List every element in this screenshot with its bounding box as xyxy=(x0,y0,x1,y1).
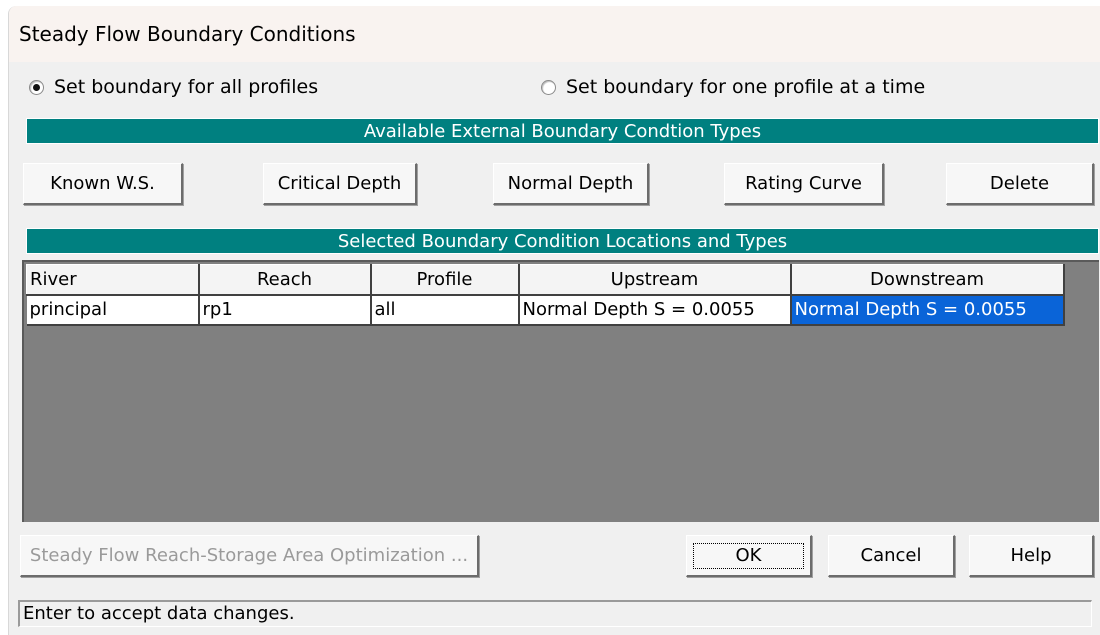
types-header: Available External Boundary Condtion Typ… xyxy=(26,118,1099,144)
critical-depth-button[interactable]: Critical Depth xyxy=(263,163,417,205)
ok-button[interactable]: OK xyxy=(686,535,812,577)
col-header-reach[interactable]: Reach xyxy=(198,264,372,296)
radio-one-profile-indicator[interactable] xyxy=(541,79,556,95)
normal-depth-button[interactable]: Normal Depth xyxy=(493,163,649,205)
help-button[interactable]: Help xyxy=(969,535,1094,577)
radio-all-profiles-label[interactable]: Set boundary for all profiles xyxy=(54,76,318,98)
table-row[interactable]: principal rp1 all Normal Depth S = 0.005… xyxy=(26,294,1065,326)
radio-all-profiles[interactable]: Set boundary for all profiles xyxy=(29,74,318,100)
title-bar: Steady Flow Boundary Conditions xyxy=(9,6,1100,62)
cell-profile[interactable]: all xyxy=(370,294,520,326)
optimization-button: Steady Flow Reach-Storage Area Optimizat… xyxy=(20,535,479,577)
status-bar: Enter to accept data changes. xyxy=(18,600,1092,627)
known-ws-button[interactable]: Known W.S. xyxy=(23,163,183,205)
cell-downstream[interactable]: Normal Depth S = 0.0055 xyxy=(790,294,1065,326)
radio-one-profile[interactable]: Set boundary for one profile at a time xyxy=(541,74,925,100)
radio-all-profiles-indicator[interactable] xyxy=(29,79,44,95)
ok-button-label[interactable]: OK xyxy=(692,543,805,569)
boundary-grid[interactable]: River Reach Profile Upstream Downstream … xyxy=(26,264,1065,326)
cell-upstream[interactable]: Normal Depth S = 0.0055 xyxy=(518,294,792,326)
col-header-profile[interactable]: Profile xyxy=(370,264,520,296)
locations-header: Selected Boundary Condition Locations an… xyxy=(26,228,1099,254)
cell-reach[interactable]: rp1 xyxy=(198,294,372,326)
steady-flow-boundary-dialog: Steady Flow Boundary Conditions Set boun… xyxy=(8,6,1100,635)
col-header-river[interactable]: River xyxy=(26,264,200,296)
boundary-grid-area[interactable]: River Reach Profile Upstream Downstream … xyxy=(22,260,1099,522)
cell-river[interactable]: principal xyxy=(26,294,200,326)
rating-curve-button[interactable]: Rating Curve xyxy=(724,163,884,205)
grid-header-row: River Reach Profile Upstream Downstream xyxy=(26,264,1065,296)
window-title: Steady Flow Boundary Conditions xyxy=(19,22,356,46)
col-header-downstream[interactable]: Downstream xyxy=(790,264,1065,296)
cancel-button[interactable]: Cancel xyxy=(828,535,955,577)
col-header-upstream[interactable]: Upstream xyxy=(518,264,792,296)
radio-one-profile-label[interactable]: Set boundary for one profile at a time xyxy=(566,76,925,98)
delete-button[interactable]: Delete xyxy=(946,163,1094,205)
